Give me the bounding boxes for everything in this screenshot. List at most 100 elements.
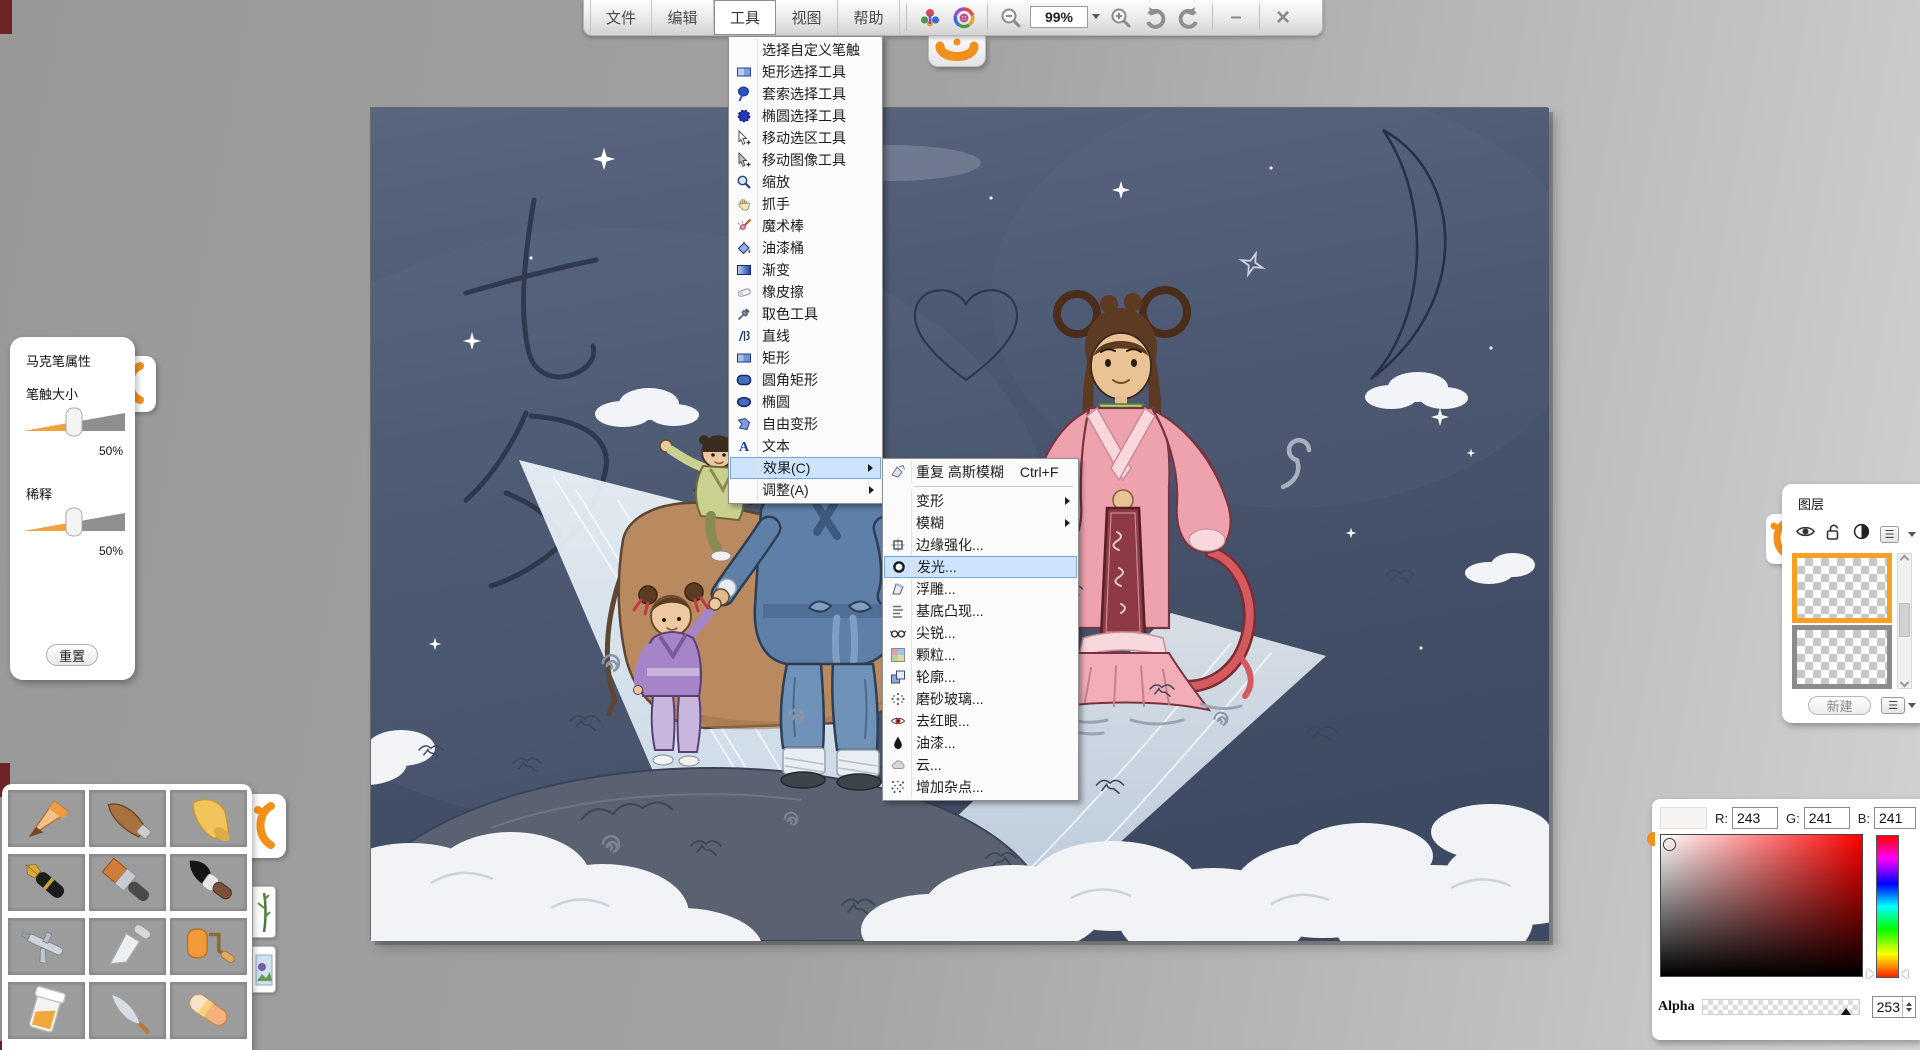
layer-lock-icon[interactable]	[1824, 523, 1843, 545]
layers-menu-button[interactable]: ☰	[1881, 697, 1905, 714]
brush-size-slider[interactable]	[24, 407, 125, 437]
new-layer-button[interactable]: 新建	[1808, 696, 1871, 715]
palette-tool-crayon[interactable]	[170, 790, 247, 847]
alpha-spinner[interactable]	[1902, 997, 1915, 1017]
palette-tool-wood-pen[interactable]	[89, 790, 166, 847]
palette-tool-palette-knife[interactable]	[89, 918, 166, 975]
tools-menu-item-8[interactable]: 魔术棒	[730, 215, 881, 237]
menu-view[interactable]: 视图	[776, 0, 838, 35]
effects-submenu-item-10[interactable]: 轮廓...	[884, 666, 1077, 688]
saturation-value-field[interactable]	[1660, 834, 1863, 977]
tools-menu-item-18[interactable]: A文本	[730, 435, 881, 457]
hue-slider[interactable]	[1876, 835, 1899, 978]
tools-menu-item-14[interactable]: 矩形	[730, 347, 881, 369]
red-input[interactable]	[1732, 807, 1778, 829]
layer-scrollbar[interactable]	[1897, 553, 1912, 689]
palette-tool-fountain-pen[interactable]	[8, 854, 85, 911]
effects-submenu-item-3[interactable]: 模糊	[884, 512, 1077, 534]
tools-menu-item-15[interactable]: 圆角矩形	[730, 369, 881, 391]
tools-menu-item-11[interactable]: 橡皮擦	[730, 281, 881, 303]
effects-submenu-item-4[interactable]: 边缘强化...	[884, 534, 1077, 556]
close-button[interactable]: ×	[1266, 0, 1300, 35]
palette-tool-paint-jar[interactable]	[8, 982, 85, 1039]
alpha-value-box[interactable]: 253	[1872, 996, 1916, 1018]
tools-menu-item-19[interactable]: 效果(C)	[730, 457, 881, 479]
tools-menu-item-0[interactable]: 选择自定义笔触	[730, 39, 881, 61]
menu-help[interactable]: 帮助	[838, 0, 900, 35]
redo-button[interactable]	[1172, 0, 1206, 35]
palette-tool-pencil[interactable]	[8, 790, 85, 847]
bamboo-art-button[interactable]	[252, 886, 276, 938]
tools-menu-item-2[interactable]: 套索选择工具	[730, 83, 881, 105]
tools-menu-item-9[interactable]: 油漆桶	[730, 237, 881, 259]
effects-submenu-item-0[interactable]: 重复 高斯模糊Ctrl+F	[884, 461, 1077, 483]
tools-menu-item-17[interactable]: 自由变形	[730, 413, 881, 435]
scroll-up-icon[interactable]	[1900, 555, 1910, 565]
zoom-out-button[interactable]	[994, 0, 1028, 35]
palette-figure-icon[interactable]	[913, 0, 947, 35]
menu-file[interactable]: 文件	[590, 0, 652, 35]
tools-menu-item-20[interactable]: 调整(A)	[730, 479, 881, 501]
color-ring-icon[interactable]	[947, 0, 981, 35]
zoom-level-combo[interactable]: 99%	[1030, 6, 1088, 28]
effects-submenu-item-5[interactable]: 发光...	[884, 556, 1077, 578]
effects-submenu-item-13[interactable]: 油漆...	[884, 732, 1077, 754]
palette-tool-spatula[interactable]	[89, 982, 166, 1039]
zoom-in-button[interactable]	[1104, 0, 1138, 35]
layer-blend-icon[interactable]	[1852, 523, 1871, 545]
tools-menu-item-5[interactable]: 移动图像工具	[730, 149, 881, 171]
hue-marker-right[interactable]	[1901, 969, 1908, 979]
reset-button[interactable]: 重置	[46, 644, 98, 666]
layer-item-selected[interactable]	[1792, 553, 1892, 623]
tools-menu-item-13[interactable]: 直线	[730, 325, 881, 347]
menu-edit[interactable]: 编辑	[652, 0, 714, 35]
palette-tool-paint-roller[interactable]	[170, 918, 247, 975]
hue-marker-left[interactable]	[1867, 969, 1874, 979]
tools-menu-item-4[interactable]: 移动选区工具	[730, 127, 881, 149]
tools-menu-item-7[interactable]: 抓手	[730, 193, 881, 215]
toolbar-drag-handle[interactable]	[928, 36, 986, 67]
layers-menu-arrow[interactable]	[1908, 703, 1916, 708]
tools-menu-item-16[interactable]: 椭圆	[730, 391, 881, 413]
layer-options-button[interactable]: ☰	[1880, 526, 1899, 543]
sv-cursor[interactable]	[1663, 838, 1676, 851]
effects-submenu-item-15[interactable]: 增加杂点...	[884, 776, 1077, 798]
effects-submenu-item-2[interactable]: 变形	[884, 490, 1077, 512]
icon-gutter	[911, 622, 912, 644]
blue-input[interactable]	[1874, 807, 1916, 829]
effects-submenu-item-6[interactable]: 浮雕...	[884, 578, 1077, 600]
layer-item[interactable]	[1792, 625, 1892, 689]
scrollbar-thumb[interactable]	[1899, 603, 1910, 637]
tools-menu-item-3[interactable]: 椭圆选择工具	[730, 105, 881, 127]
effects-submenu-item-9[interactable]: 颗粒...	[884, 644, 1077, 666]
effects-submenu-item-7[interactable]: 基底凸现...	[884, 600, 1077, 622]
color-panel-handle[interactable]	[1647, 832, 1655, 846]
palette-tool-flat-brush[interactable]	[89, 854, 166, 911]
layer-options-arrow[interactable]	[1908, 532, 1916, 537]
layer-visibility-icon[interactable]	[1796, 523, 1815, 545]
scroll-down-icon[interactable]	[1900, 678, 1910, 688]
alpha-marker[interactable]	[1841, 1008, 1851, 1015]
menu-tools[interactable]: 工具	[714, 0, 776, 35]
tools-menu-item-10[interactable]: 渐变	[730, 259, 881, 281]
palette-tool-ink-brush[interactable]	[170, 854, 247, 911]
palette-panel-handle[interactable]	[248, 794, 286, 858]
effects-submenu-item-14[interactable]: 云...	[884, 754, 1077, 776]
tools-menu-item-1[interactable]: 矩形选择工具	[730, 61, 881, 83]
effects-submenu-label: 模糊	[916, 513, 944, 533]
mini-artwork-button[interactable]	[252, 946, 276, 993]
icon-gutter	[911, 578, 912, 600]
dilution-slider[interactable]	[24, 507, 125, 537]
palette-tool-eraser-stick[interactable]	[170, 982, 247, 1039]
effects-submenu-item-8[interactable]: 尖锐...	[884, 622, 1077, 644]
effects-submenu-item-12[interactable]: 去红眼...	[884, 710, 1077, 732]
alpha-slider[interactable]	[1702, 999, 1860, 1015]
minimize-button[interactable]: –	[1219, 0, 1253, 35]
tools-menu-item-6[interactable]: 缩放	[730, 171, 881, 193]
palette-tool-airbrush[interactable]	[8, 918, 85, 975]
tools-menu-item-12[interactable]: 取色工具	[730, 303, 881, 325]
undo-button[interactable]	[1138, 0, 1172, 35]
zoom-dropdown-arrow[interactable]	[1092, 14, 1100, 19]
effects-submenu-item-11[interactable]: 磨砂玻璃...	[884, 688, 1077, 710]
green-input[interactable]	[1804, 807, 1850, 829]
